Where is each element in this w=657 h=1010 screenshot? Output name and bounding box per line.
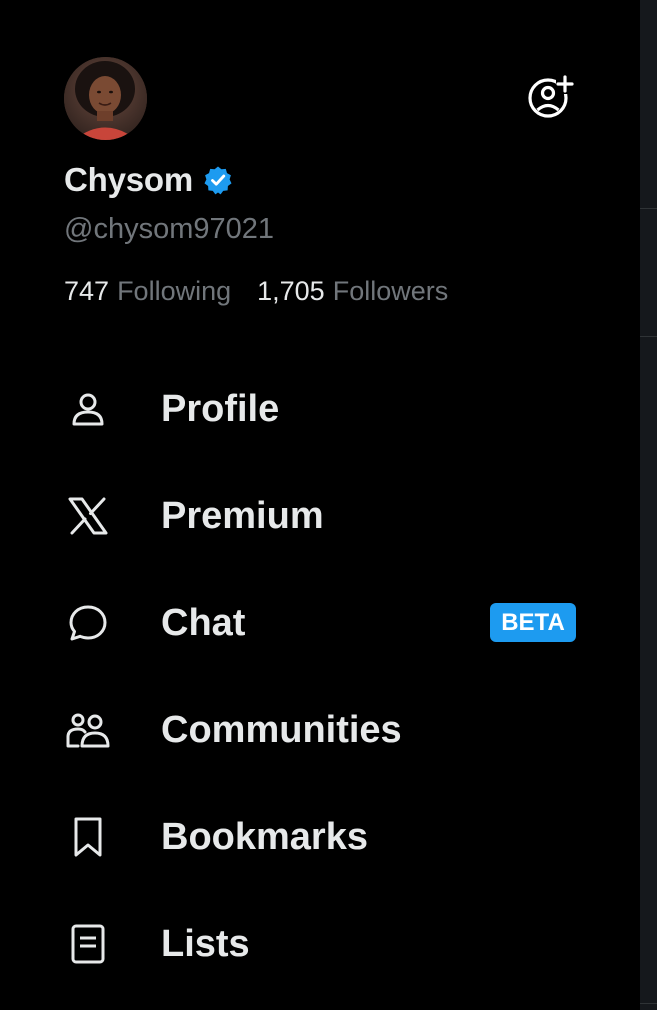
background-timeline-edge: [640, 0, 657, 1010]
timeline-divider: [640, 336, 657, 337]
menu-item-communities[interactable]: Communities: [60, 695, 600, 765]
bookmark-icon: [60, 809, 116, 865]
add-account-icon: [528, 75, 574, 118]
menu-label-premium: Premium: [161, 494, 324, 537]
menu-item-lists[interactable]: Lists: [60, 909, 600, 979]
name-row: Chysom: [64, 158, 233, 202]
followers-count: 1,705: [257, 276, 325, 306]
menu-label-communities: Communities: [161, 708, 402, 751]
following-label: Following: [117, 276, 232, 306]
avatar[interactable]: [64, 57, 147, 140]
menu-item-bookmarks[interactable]: Bookmarks: [60, 802, 600, 872]
beta-badge: BETA: [490, 603, 576, 642]
follow-stats: 747 Following 1,705 Followers: [64, 276, 448, 307]
menu-item-profile[interactable]: Profile: [60, 374, 600, 444]
display-name[interactable]: Chysom: [64, 161, 193, 199]
menu-label-profile: Profile: [161, 387, 280, 430]
timeline-divider: [640, 208, 657, 209]
lists-icon: [60, 916, 116, 972]
following-link[interactable]: 747 Following: [64, 276, 231, 307]
following-count: 747: [64, 276, 110, 306]
user-handle: @chysom97021: [64, 213, 274, 245]
person-icon: [60, 381, 116, 437]
verified-badge-icon: [204, 166, 232, 195]
side-drawer: Chysom @chysom97021 747 Following 1,705 Fo…: [0, 0, 640, 1010]
menu-item-premium[interactable]: Premium: [60, 481, 600, 551]
followers-label: Followers: [332, 276, 449, 306]
menu-label-lists: Lists: [161, 922, 250, 965]
communities-icon: [60, 702, 116, 758]
x-logo-icon: [60, 488, 116, 544]
followers-link[interactable]: 1,705 Followers: [257, 276, 448, 307]
timeline-divider: [640, 1003, 657, 1004]
add-account-button[interactable]: [526, 72, 576, 122]
chat-bubble-icon: [60, 595, 116, 651]
menu-label-chat: Chat: [161, 601, 246, 644]
menu-label-bookmarks: Bookmarks: [161, 815, 368, 858]
menu-item-chat[interactable]: Chat BETA: [60, 588, 600, 658]
